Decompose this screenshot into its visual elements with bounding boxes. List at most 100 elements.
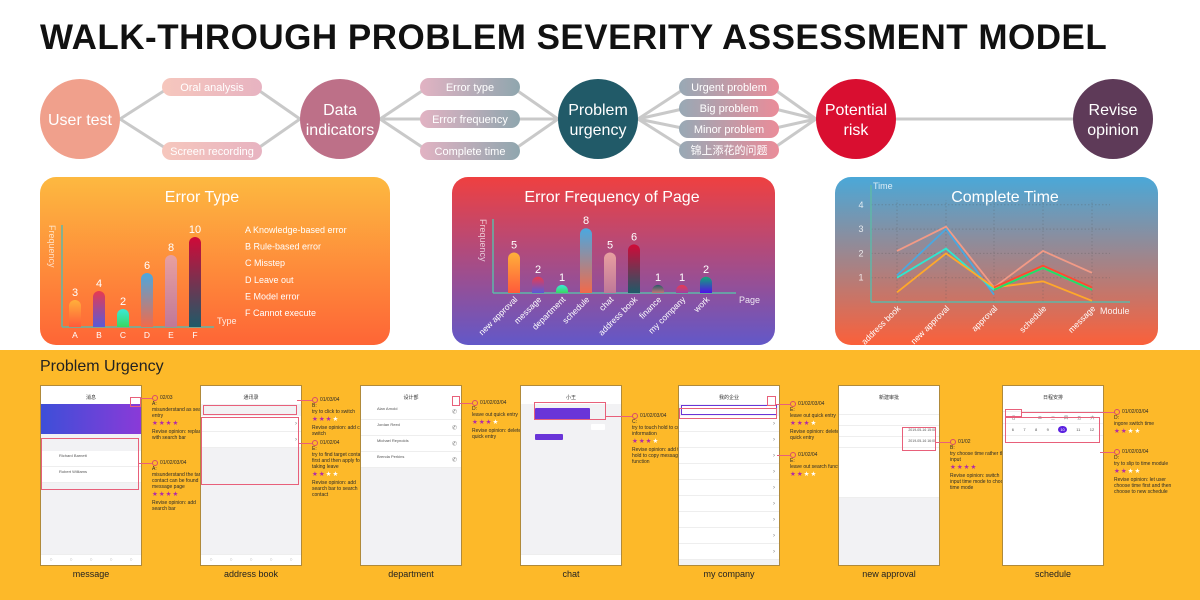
flow-node-label: urgency (570, 122, 627, 139)
y-axis-label: Time (873, 181, 893, 191)
data-label: 2 (535, 264, 541, 276)
department-row[interactable]: › (679, 512, 779, 528)
connector-line (119, 117, 171, 153)
phone-icon: ✆ (451, 425, 457, 431)
severity-rating: ★★★★ (1114, 428, 1174, 435)
member-row[interactable]: Alan Arnold ✆ (361, 404, 461, 420)
annotation: 01/02/03/04 D: try to slip to time module ★… (1114, 449, 1174, 495)
phone-label: address book (223, 569, 279, 579)
leader-line (936, 442, 950, 443)
chevron-right-icon: › (773, 420, 775, 427)
star-filled-icon: ★ (638, 438, 646, 445)
tab-icon[interactable]: ○ (129, 557, 132, 563)
department-row[interactable]: › (679, 480, 779, 496)
tab-icon[interactable]: ○ (89, 557, 92, 563)
content-textarea[interactable] (839, 448, 939, 498)
legend-item: D Leave out (245, 275, 294, 285)
star-filled-icon: ★ (158, 420, 166, 427)
status-bar (361, 386, 461, 393)
star-filled-icon: ★ (312, 416, 319, 423)
tab-icon[interactable]: ○ (49, 557, 52, 563)
tab-icon[interactable]: ○ (289, 557, 292, 563)
participant-ids-text: 01/02/03/04 (1122, 449, 1149, 455)
star-filled-icon: ★ (1114, 428, 1121, 435)
chat-input[interactable] (521, 554, 621, 565)
phone-screen-new-approval: 新建审批 2019-05-16 15:00 2019-05-16 16:00 (838, 385, 940, 566)
tab-icon[interactable]: ○ (69, 557, 72, 563)
leader-line (139, 463, 152, 464)
marker-ring-icon (790, 401, 796, 407)
member-row[interactable]: Jordan Reed ✆ (361, 420, 461, 436)
flow-node-label: risk (844, 122, 870, 139)
department-row[interactable]: › (679, 432, 779, 448)
data-label: 2 (703, 264, 709, 276)
revise-opinion: Revise opinion: let user choose time fir… (1114, 477, 1172, 495)
data-label: 1 (655, 272, 661, 284)
severity-rating: ★★★★ (950, 464, 1010, 471)
connector-line (511, 117, 559, 153)
department-row[interactable]: › (679, 496, 779, 512)
star-empty-icon: ★ (332, 416, 340, 423)
flow-node (816, 79, 896, 159)
participant-ids-text: 01/02/03/04 (160, 460, 187, 466)
tick-label: E (168, 330, 174, 340)
phone-label: chat (562, 569, 580, 579)
flow-step-label: Screen recording (170, 146, 254, 158)
data-label: 6 (144, 260, 150, 272)
flow-node (1073, 79, 1153, 159)
status-bar (839, 386, 939, 393)
leader-line (141, 398, 152, 399)
highlight-box (767, 396, 776, 406)
phone-label: department (388, 569, 434, 579)
tab-icon[interactable]: ○ (209, 557, 212, 563)
chevron-right-icon: › (773, 516, 775, 523)
y-axis-label: Frequency (478, 219, 488, 262)
flow-step-label: Minor problem (694, 124, 764, 136)
star-filled-icon: ★ (790, 420, 797, 427)
tab-icon[interactable]: ○ (109, 557, 112, 563)
bar (628, 244, 640, 293)
flow-step-label: Complete time (435, 146, 506, 158)
star-empty-icon: ★ (1134, 428, 1142, 435)
tab-icon[interactable]: ○ (269, 557, 272, 563)
star-empty-icon: ★ (810, 471, 818, 478)
tick-label: A (72, 330, 78, 340)
star-filled-icon: ★ (478, 419, 486, 426)
department-row[interactable]: › (679, 448, 779, 464)
bar (556, 284, 568, 293)
star-empty-icon: ★ (332, 471, 340, 478)
x-axis-label: Page (739, 295, 760, 305)
data-label: 5 (607, 240, 613, 252)
tab-icon[interactable]: ○ (249, 557, 252, 563)
member-row[interactable]: Michael Reynolds ✆ (361, 436, 461, 452)
star-filled-icon: ★ (312, 471, 319, 478)
leader-line (460, 403, 472, 404)
form-row[interactable] (839, 404, 939, 415)
problem-urgency-section: Problem Urgency 消息 Richard Barnett Robert … (0, 350, 1200, 600)
screen-header: 新建审批 (839, 393, 939, 404)
section-title: Problem Urgency (40, 358, 164, 375)
department-row[interactable]: › (679, 544, 779, 560)
star-filled-icon: ★ (152, 491, 159, 498)
phone-icon: ✆ (451, 457, 457, 463)
tab-icon[interactable]: ○ (229, 557, 232, 563)
leader-line (606, 416, 632, 417)
status-bar (679, 386, 779, 393)
form-row[interactable] (839, 415, 939, 426)
member-row[interactable]: Brenda Perkins ✆ (361, 452, 461, 468)
tick-label: new approval (909, 303, 952, 345)
department-row[interactable]: › (679, 528, 779, 544)
star-filled-icon: ★ (796, 420, 804, 427)
tab-bar: ○ ○ ○ ○ ○ (41, 554, 141, 565)
legend-item: A Knowledge-based error (245, 225, 347, 235)
flow-node (558, 79, 638, 159)
department-row[interactable]: › (679, 464, 779, 480)
revise-opinion: Revise opinion: switch input time mode t… (950, 473, 1009, 491)
screen-header: 我的企业 (679, 393, 779, 404)
annotation: 01/02 B: try choose time rather than input… (950, 439, 1010, 491)
bar (700, 276, 712, 293)
highlight-box (130, 397, 141, 407)
screen-header: 设计部 (361, 393, 461, 404)
leader-line (299, 443, 312, 444)
chevron-right-icon: › (773, 468, 775, 475)
